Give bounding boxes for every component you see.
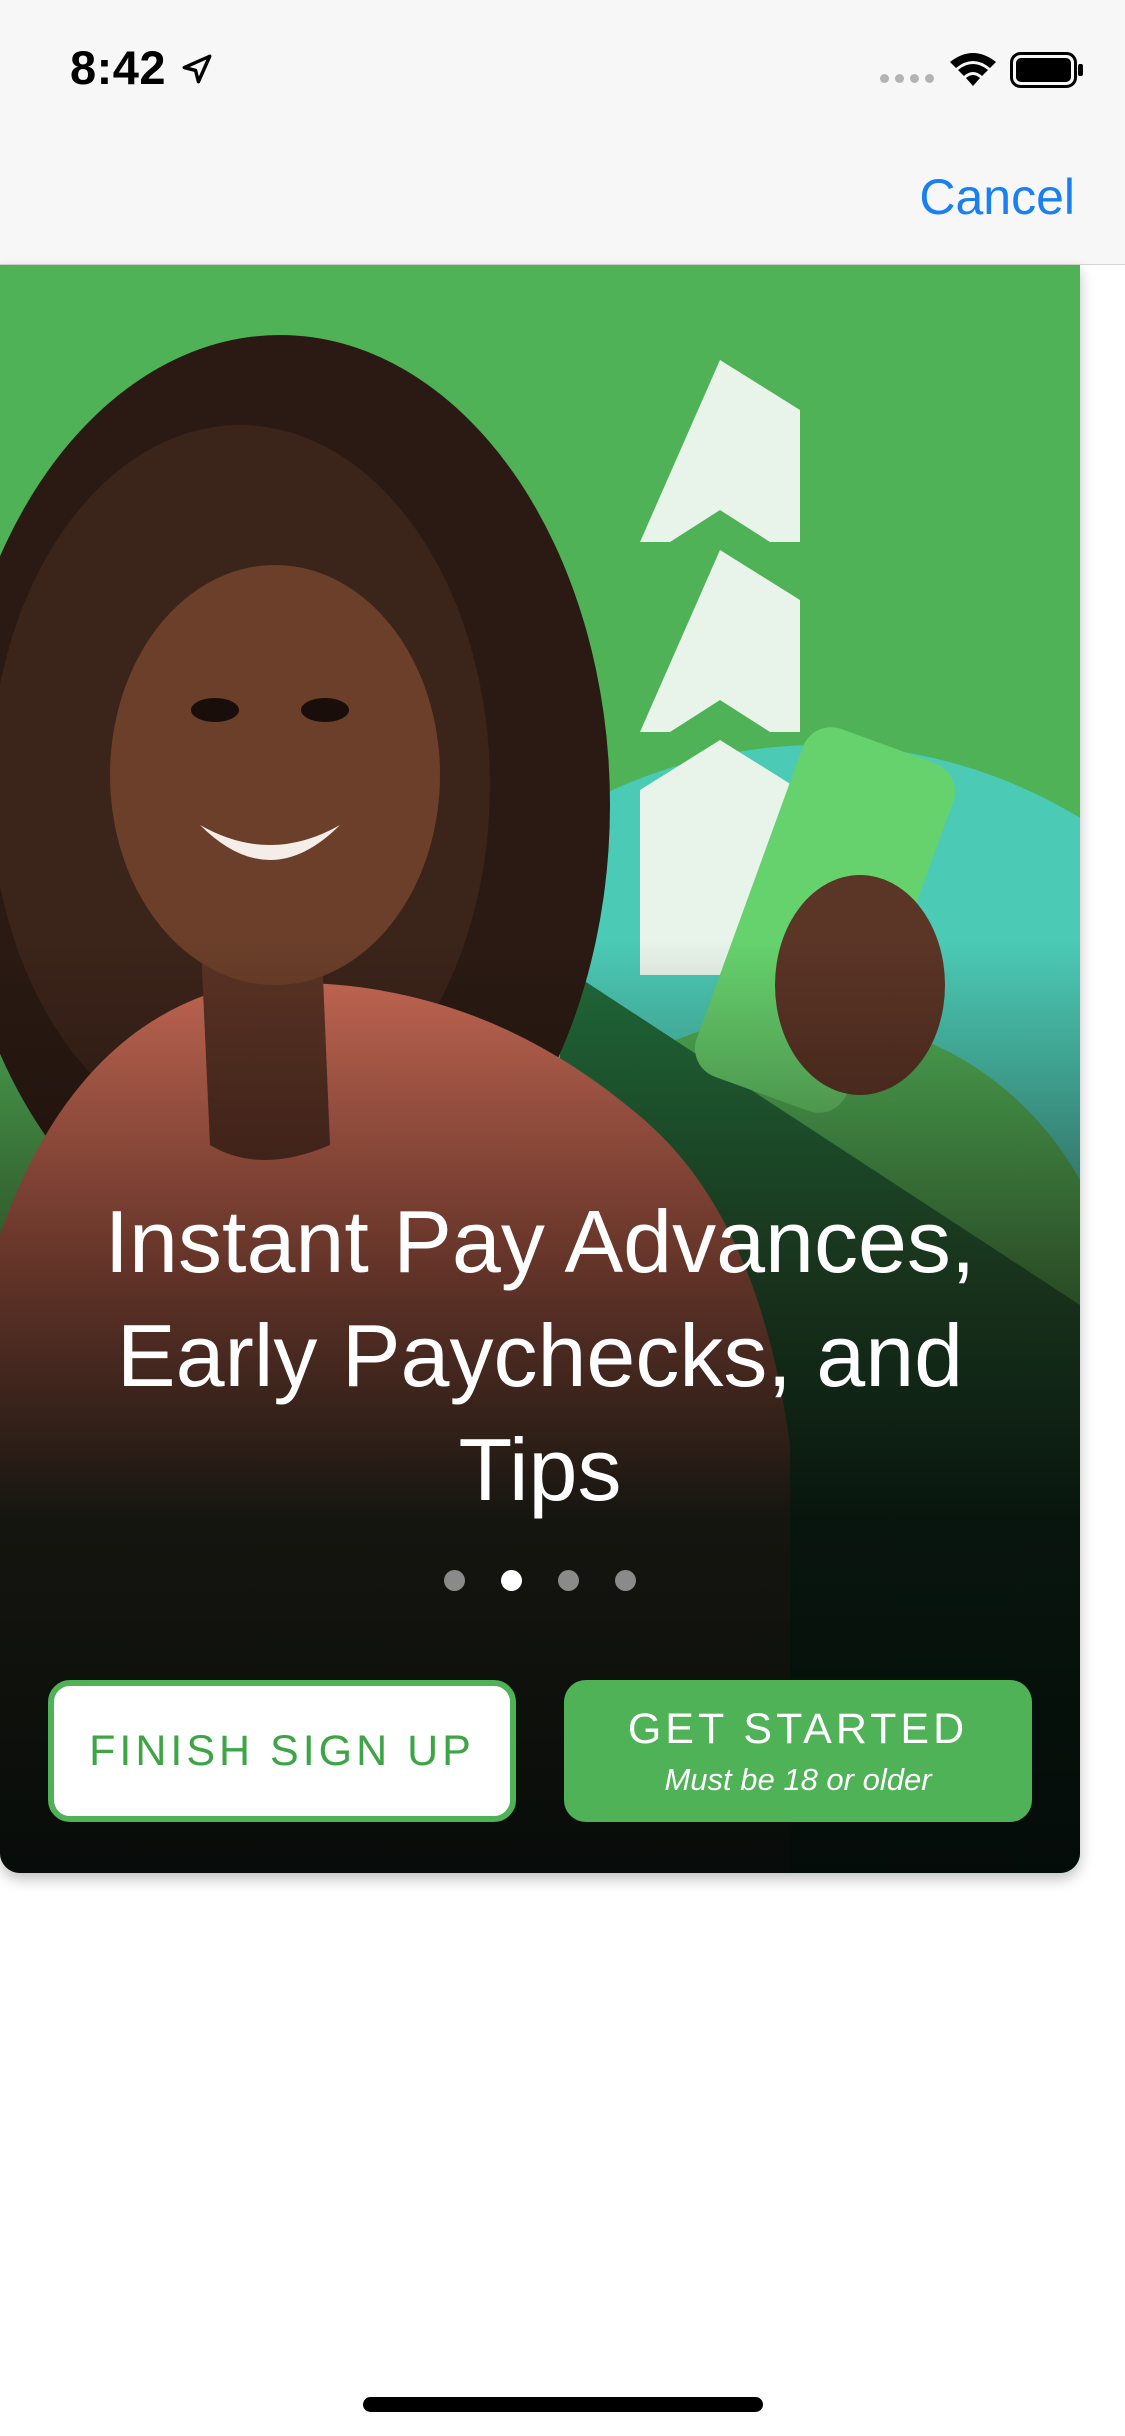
onboarding-headline: Instant Pay Advances, Early Paychecks, a… (104, 1192, 976, 1519)
page-dot[interactable] (444, 1570, 465, 1591)
page-dot-active[interactable] (501, 1570, 522, 1591)
onboarding-screen: 8:42 Cancel Instant Pay Advances, Early … (0, 0, 1125, 2436)
page-dot[interactable] (558, 1570, 579, 1591)
onboarding-card: Instant Pay Advances, Early Paychecks, a… (0, 265, 1080, 1873)
wifi-icon (950, 53, 996, 86)
get-started-label: GET STARTED (627, 1704, 969, 1753)
status-time: 8:42 (70, 41, 167, 94)
cellular-signal-icon (880, 74, 934, 83)
battery-icon (1010, 52, 1083, 88)
navigation-bar: 8:42 Cancel (0, 0, 1125, 265)
page-indicator[interactable] (0, 1570, 1080, 1591)
get-started-button[interactable]: GET STARTED Must be 18 or older (564, 1680, 1032, 1822)
cancel-button[interactable]: Cancel (919, 168, 1075, 226)
age-requirement-note: Must be 18 or older (664, 1761, 932, 1797)
page-dot[interactable] (615, 1570, 636, 1591)
location-arrow-icon (182, 54, 212, 84)
home-indicator[interactable] (363, 2397, 763, 2412)
finish-sign-up-button[interactable]: FINISH SIGN UP (48, 1680, 516, 1822)
